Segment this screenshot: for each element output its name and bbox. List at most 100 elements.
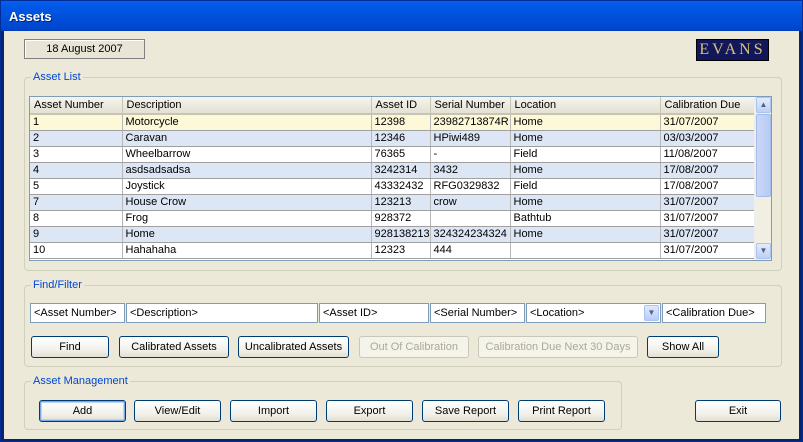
cell-asset-id: 43332432 [371,178,431,195]
cell-asset-id: 928138213 [371,226,431,243]
calibrated-assets-button[interactable]: Calibrated Assets [119,336,229,358]
asset-list-grid[interactable]: Asset Number Description Asset ID Serial… [29,96,772,261]
cell-serial-number: HPiwi489 [430,130,511,147]
cell-location: Home [510,226,661,243]
table-row[interactable]: 7 House Crow 123213 crow Home 31/07/2007 [30,194,768,211]
asset-list-legend: Asset List [33,71,81,83]
export-button[interactable]: Export [326,400,413,422]
table-row[interactable]: 2 Caravan 12346 HPiwi489 Home 03/03/2007 [30,130,768,147]
assets-window: Assets 18 August 2007 EVANS Asset List F… [0,0,803,442]
cell-calibration-due: 31/07/2007 [660,226,768,243]
description-filter[interactable]: <Description> [126,303,318,323]
column-header-serial-number[interactable]: Serial Number [430,97,511,115]
scroll-up-icon[interactable]: ▲ [756,97,771,113]
cell-asset-id: 12323 [371,242,431,259]
asset-number-filter[interactable]: <Asset Number> [30,303,125,323]
cell-asset-number: 5 [30,178,123,195]
table-row[interactable]: 5 Joystick 43332432 RFG0329832 Field 17/… [30,178,768,195]
evans-logo: EVANS [696,39,769,61]
cell-asset-id: 12346 [371,130,431,147]
cell-asset-number: 1 [30,114,123,131]
vertical-scrollbar[interactable]: ▲ ▼ [754,97,771,260]
cell-serial-number: 23982713874R [430,114,511,131]
uncalibrated-assets-button[interactable]: Uncalibrated Assets [238,336,349,358]
cell-description: Home [122,226,372,243]
asset-id-filter[interactable]: <Asset ID> [319,303,429,323]
calibration-due-next-30-days-button[interactable]: Calibration Due Next 30 Days [478,336,638,358]
save-report-button[interactable]: Save Report [422,400,509,422]
cell-calibration-due: 31/07/2007 [660,194,768,211]
scroll-down-icon[interactable]: ▼ [756,243,771,259]
cell-serial-number: crow [430,194,511,211]
cell-asset-number: 7 [30,194,123,211]
cell-location: Field [510,178,661,195]
cell-calibration-due: 31/07/2007 [660,114,768,131]
table-row[interactable]: 3 Wheelbarrow 76365 - Field 11/08/2007 [30,146,768,163]
cell-serial-number: 3432 [430,162,511,179]
cell-serial-number: 444 [430,242,511,259]
cell-calibration-due: 17/08/2007 [660,162,768,179]
column-header-asset-number[interactable]: Asset Number [30,97,123,115]
location-select-value: <Location> [530,307,585,319]
cell-description: Hahahaha [122,242,372,259]
cell-location: Field [510,146,661,163]
import-button[interactable]: Import [230,400,317,422]
cell-location: Home [510,114,661,131]
cell-asset-id: 928372 [371,210,431,227]
cell-location [510,242,661,259]
view-edit-button[interactable]: View/Edit [134,400,221,422]
cell-serial-number: - [430,146,511,163]
column-header-asset-id[interactable]: Asset ID [371,97,431,115]
window-title: Assets [9,9,52,24]
out-of-calibration-button[interactable]: Out Of Calibration [359,336,469,358]
cell-serial-number [430,210,511,227]
cell-description: asdsadsadsa [122,162,372,179]
table-row[interactable]: 10 Hahahaha 12323 444 31/07/2007 [30,242,768,259]
cell-asset-number: 9 [30,226,123,243]
table-row[interactable]: 9 Home 928138213 324324234324 Home 31/07… [30,226,768,243]
cell-calibration-due: 11/08/2007 [660,146,768,163]
table-row[interactable]: 8 Frog 928372 Bathtub 31/07/2007 [30,210,768,227]
cell-description: Frog [122,210,372,227]
cell-location: Home [510,194,661,211]
cell-serial-number: RFG0329832 [430,178,511,195]
chevron-down-icon[interactable]: ▼ [644,305,659,321]
cell-asset-id: 12398 [371,114,431,131]
cell-calibration-due: 17/08/2007 [660,178,768,195]
cell-asset-number: 3 [30,146,123,163]
find-filter-legend: Find/Filter [33,279,82,291]
column-header-description[interactable]: Description [122,97,372,115]
title-bar[interactable]: Assets [1,1,802,31]
cell-description: House Crow [122,194,372,211]
cell-serial-number: 324324234324 [430,226,511,243]
find-button[interactable]: Find [31,336,109,358]
cell-asset-number: 2 [30,130,123,147]
column-header-location[interactable]: Location [510,97,661,115]
cell-location: Home [510,162,661,179]
table-header-row: Asset Number Description Asset ID Serial… [30,97,768,115]
scroll-thumb[interactable] [756,114,771,197]
location-select[interactable]: <Location> ▼ [526,303,661,323]
cell-asset-number: 10 [30,242,123,259]
exit-button[interactable]: Exit [695,400,781,422]
cell-calibration-due: 31/07/2007 [660,210,768,227]
cell-asset-id: 76365 [371,146,431,163]
serial-number-filter[interactable]: <Serial Number> [430,303,525,323]
add-button[interactable]: Add [39,400,126,422]
cell-asset-number: 4 [30,162,123,179]
table-row[interactable]: 4 asdsadsadsa 3242314 3432 Home 17/08/20… [30,162,768,179]
calibration-due-filter[interactable]: <Calibration Due> [662,303,766,323]
cell-asset-id: 3242314 [371,162,431,179]
cell-description: Wheelbarrow [122,146,372,163]
cell-location: Home [510,130,661,147]
column-header-calibration-due[interactable]: Calibration Due [660,97,768,115]
date-display: 18 August 2007 [24,39,145,59]
show-all-button[interactable]: Show All [647,336,719,358]
asset-management-legend: Asset Management [33,375,128,387]
print-report-button[interactable]: Print Report [518,400,605,422]
cell-description: Joystick [122,178,372,195]
table-row[interactable]: 1 Motorcycle 12398 23982713874R Home 31/… [30,114,768,131]
asset-table: Asset Number Description Asset ID Serial… [30,97,768,259]
cell-asset-id: 123213 [371,194,431,211]
cell-calibration-due: 03/03/2007 [660,130,768,147]
